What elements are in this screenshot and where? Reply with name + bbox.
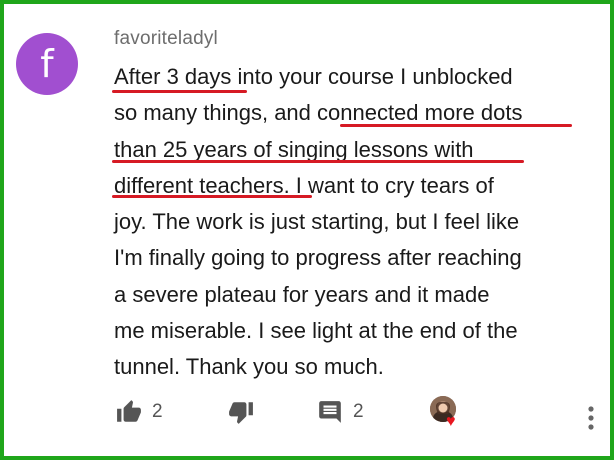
heart-icon: ♥ (446, 413, 456, 430)
highlight-underline (112, 90, 247, 93)
comment-line: I'm finally going to progress after reac… (114, 245, 522, 271)
dislike-button[interactable] (228, 399, 254, 425)
thumbs-down-icon (229, 402, 253, 424)
comment-line: tunnel. Thank you so much. (114, 354, 384, 380)
comment-line: a severe plateau for years and it made (114, 281, 490, 307)
comment-line: different teachers. I want to cry tears … (114, 172, 494, 198)
highlight-underline (112, 195, 312, 198)
more-options-button[interactable] (586, 405, 596, 431)
comment-username[interactable]: favoriteladyl (114, 28, 218, 50)
more-vert-icon (588, 406, 594, 430)
highlight-underline (340, 124, 572, 127)
highlight-underline (112, 160, 524, 163)
comment-line: joy. The work is just starting, but I fe… (114, 209, 520, 235)
comment-icon (319, 401, 341, 423)
reply-button[interactable]: 2 (317, 399, 364, 425)
thumbs-up-icon (117, 400, 141, 422)
comment-body: After 3 days into your course I unblocke… (114, 59, 584, 386)
like-count: 2 (152, 401, 163, 422)
comment-actions: 2 2 ♥ (4, 396, 614, 439)
creator-heart: ♥ (430, 396, 464, 434)
like-button[interactable]: 2 (116, 399, 163, 425)
comment-card: f favoriteladyl After 3 days into your c… (0, 0, 614, 460)
avatar[interactable]: f (16, 33, 78, 95)
reply-count: 2 (353, 401, 364, 422)
comment-line: me miserable. I see light at the end of … (114, 318, 518, 344)
